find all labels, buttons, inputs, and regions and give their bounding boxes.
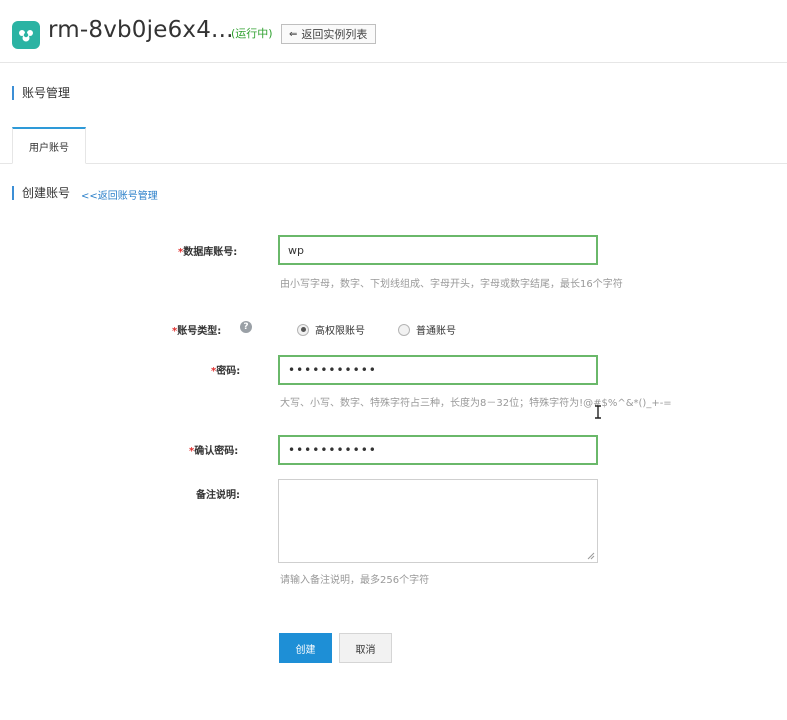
resize-grip-icon[interactable] (587, 552, 595, 560)
password-label: *密码: (211, 366, 241, 377)
radio-unselected-icon (398, 323, 410, 336)
page-title: 账号管理 (12, 86, 70, 100)
radio-high-privilege[interactable]: 高权限账号 (297, 322, 365, 337)
tab-bar: 用户账号 (0, 127, 787, 164)
create-account-title: 创建账号 (12, 186, 70, 200)
text-cursor-icon (595, 405, 601, 419)
remark-hint: 请输入备注说明，最多256个字符 (280, 575, 430, 586)
status-badge: (运行中) (231, 27, 273, 40)
radio-label: 高权限账号 (315, 326, 365, 337)
back-arrow-icon: ⇐ (289, 28, 298, 40)
confirm-password-value: ••••••••••• (288, 443, 377, 457)
account-type-label: *账号类型: (172, 326, 222, 337)
confirm-password-label: *确认密码: (189, 446, 239, 457)
back-to-instance-list-button[interactable]: ⇐ 返回实例列表 (281, 24, 377, 44)
help-icon[interactable]: ? (240, 321, 252, 333)
cancel-button[interactable]: 取消 (339, 633, 392, 663)
instance-title: rm-8vb0je6x4... (48, 17, 234, 43)
back-to-account-management-link[interactable]: <<返回账号管理 (81, 187, 158, 202)
dolphin-icon (19, 30, 33, 42)
tab-user-accounts[interactable]: 用户账号 (12, 127, 86, 164)
radio-selected-icon (297, 323, 309, 336)
radio-normal-account[interactable]: 普通账号 (398, 322, 456, 337)
db-account-label: *数据库账号: (178, 247, 238, 258)
create-button[interactable]: 创建 (279, 633, 332, 663)
remark-label: 备注说明: (196, 490, 240, 501)
remark-textarea[interactable] (278, 479, 598, 563)
password-input[interactable]: ••••••••••• (278, 355, 598, 385)
rds-logo-icon (12, 21, 40, 49)
back-to-list-label: 返回实例列表 (301, 28, 368, 41)
top-bar: rm-8vb0je6x4... (运行中) ⇐ 返回实例列表 (0, 0, 787, 63)
db-account-input[interactable]: wp (278, 235, 598, 265)
password-hint: 大写、小写、数字、特殊字符占三种，长度为8－32位；特殊字符为!@#$%^&*(… (280, 398, 672, 409)
db-account-value: wp (288, 243, 304, 257)
password-value: ••••••••••• (288, 363, 377, 377)
confirm-password-input[interactable]: ••••••••••• (278, 435, 598, 465)
db-account-hint: 由小写字母，数字、下划线组成、字母开头，字母或数字结尾，最长16个字符 (280, 279, 623, 290)
radio-label: 普通账号 (416, 326, 456, 337)
